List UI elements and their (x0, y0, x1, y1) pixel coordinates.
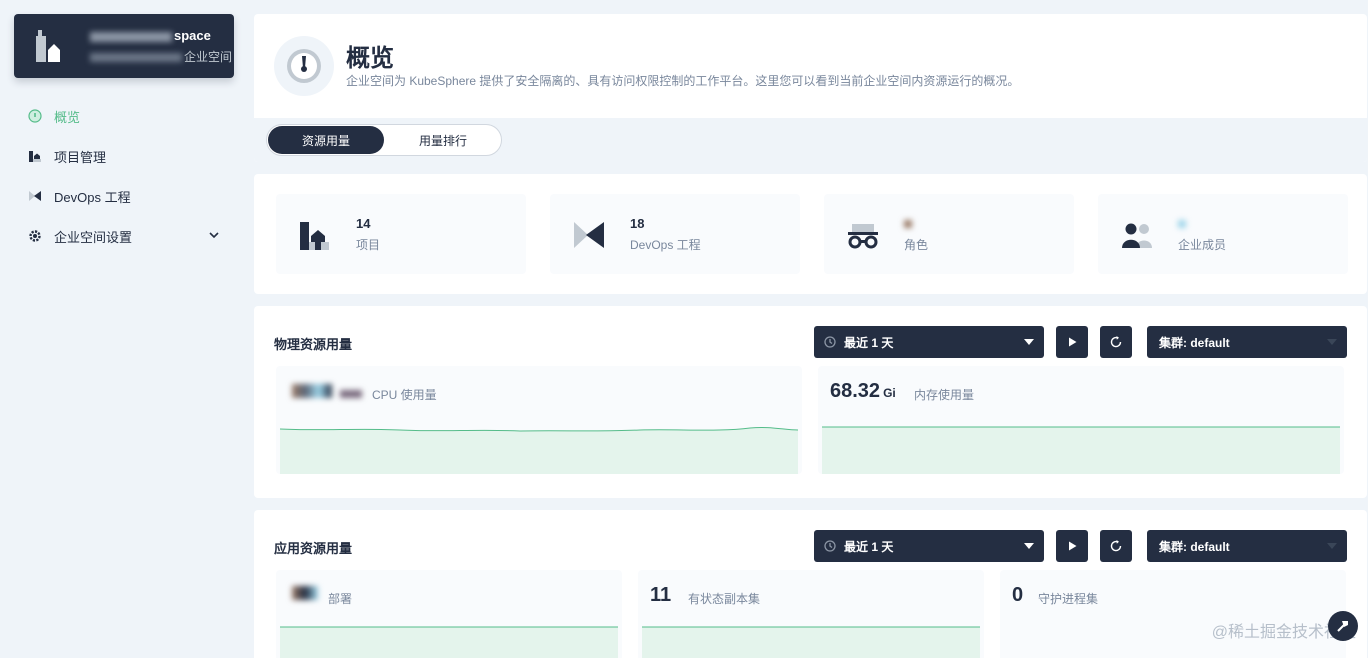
refresh-icon (1110, 336, 1122, 348)
clock-icon (824, 336, 836, 348)
statefulsets-card: 11 有状态副本集 (638, 570, 984, 658)
workspace-card[interactable]: space 企业空间 (14, 14, 234, 78)
page-description: 企业空间为 KubeSphere 提供了安全隔离的、具有访问权限控制的工作平台。… (346, 74, 1020, 88)
stat-value: 14 (356, 216, 371, 231)
caret-down-icon (1327, 543, 1337, 549)
tab-bar: 资源用量 用量排行 (254, 118, 1367, 162)
deployments-label: 部署 (328, 592, 353, 606)
sidebar-item-label: 企业空间设置 (54, 229, 133, 245)
refresh-icon (1110, 540, 1122, 552)
deployments-chart (280, 626, 618, 658)
play-icon (1069, 337, 1077, 347)
memory-usage-value: 68.32 Gi (830, 380, 896, 402)
app-resource-panel: 应用资源用量 最近 1 天 集群: default 部署 11 有状态副本集 0… (254, 510, 1367, 658)
sidebar-item-label: DevOps 工程 (54, 189, 131, 205)
dashboard-icon (274, 36, 334, 96)
tabs: 资源用量 用量排行 (266, 124, 502, 156)
sidebar-item-projects[interactable]: 项目管理 (14, 136, 234, 176)
memory-usage-chart (822, 426, 1340, 474)
stat-label: 项目 (356, 238, 381, 252)
tab-usage-ranking[interactable]: 用量排行 (385, 125, 501, 155)
clock-icon (824, 540, 836, 552)
sidebar-item-label: 概览 (54, 109, 81, 125)
sidebar-item-overview[interactable]: 概览 (14, 96, 234, 136)
physical-resource-panel: 物理资源用量 最近 1 天 集群: default CPU 使用量 68.32 G… (254, 306, 1367, 498)
stats-panel: 14 项目 18 DevOps 工程 角色 企业成员 (254, 174, 1367, 294)
stat-members[interactable]: 企业成员 (1098, 194, 1348, 274)
time-range-value: 最近 1 天 (844, 539, 894, 554)
panel-title: 应用资源用量 (274, 541, 353, 556)
stat-projects[interactable]: 14 项目 (276, 194, 526, 274)
cluster-select[interactable]: 集群: default (1147, 326, 1347, 358)
caret-down-icon (1024, 339, 1034, 345)
workspace-name: space (90, 28, 211, 43)
page-title: 概览 (346, 45, 394, 72)
tab-resource-usage[interactable]: 资源用量 (268, 126, 384, 154)
memory-usage-card: 68.32 Gi 内存使用量 (818, 366, 1344, 474)
daemonsets-label: 守护进程集 (1038, 592, 1099, 606)
workspace-icon (36, 30, 60, 62)
dashboard-icon (28, 109, 42, 123)
play-icon (1069, 541, 1077, 551)
stat-label: DevOps 工程 (630, 238, 701, 252)
memory-usage-label: 内存使用量 (914, 388, 975, 402)
toolbox-button[interactable] (1328, 611, 1358, 641)
time-range-value: 最近 1 天 (844, 335, 894, 350)
refresh-button[interactable] (1100, 530, 1132, 562)
refresh-button[interactable] (1100, 326, 1132, 358)
play-button[interactable] (1056, 530, 1088, 562)
daemonsets-value: 0 (1012, 584, 1024, 606)
stat-label: 角色 (904, 238, 929, 252)
gear-icon (28, 229, 42, 243)
cpu-usage-chart (280, 426, 798, 474)
role-icon (848, 224, 878, 249)
sidebar-item-label: 项目管理 (54, 149, 107, 165)
time-range-select[interactable]: 最近 1 天 (814, 326, 1044, 358)
cpu-usage-value (292, 384, 363, 403)
stat-value (904, 216, 912, 231)
stat-label: 企业成员 (1178, 238, 1227, 252)
cpu-usage-label: CPU 使用量 (372, 388, 437, 402)
devops-icon (574, 222, 604, 248)
project-icon (300, 222, 329, 250)
cluster-select[interactable]: 集群: default (1147, 530, 1347, 562)
caret-down-icon (1024, 543, 1034, 549)
cluster-value: 集群: default (1159, 335, 1230, 350)
devops-icon (28, 189, 42, 203)
daemonsets-card: 0 守护进程集 (1000, 570, 1346, 658)
sidebar-nav: 概览 项目管理 DevOps 工程 企业空间设置 (14, 96, 234, 256)
stat-roles[interactable]: 角色 (824, 194, 1074, 274)
panel-title: 物理资源用量 (274, 337, 353, 352)
stat-value: 18 (630, 216, 645, 231)
project-icon (28, 149, 42, 163)
hammer-icon (1337, 621, 1348, 632)
chevron-down-icon[interactable] (208, 229, 220, 244)
sidebar-item-devops[interactable]: DevOps 工程 (14, 176, 234, 216)
time-range-select[interactable]: 最近 1 天 (814, 530, 1044, 562)
cluster-value: 集群: default (1159, 539, 1230, 554)
members-icon (1122, 223, 1152, 248)
stat-devops[interactable]: 18 DevOps 工程 (550, 194, 800, 274)
play-button[interactable] (1056, 326, 1088, 358)
statefulsets-value: 11 (650, 584, 672, 606)
statefulsets-chart (642, 626, 980, 658)
statefulsets-label: 有状态副本集 (688, 592, 761, 606)
workspace-subtitle: 企业空间 (90, 48, 232, 65)
overview-header: 概览 企业空间为 KubeSphere 提供了安全隔离的、具有访问权限控制的工作… (254, 14, 1367, 162)
deployments-value (292, 586, 318, 605)
sidebar-item-workspace-settings[interactable]: 企业空间设置 (14, 216, 234, 256)
deployments-card: 部署 (276, 570, 622, 658)
stat-value (1178, 216, 1186, 231)
caret-down-icon (1327, 339, 1337, 345)
cpu-usage-card: CPU 使用量 (276, 366, 802, 474)
